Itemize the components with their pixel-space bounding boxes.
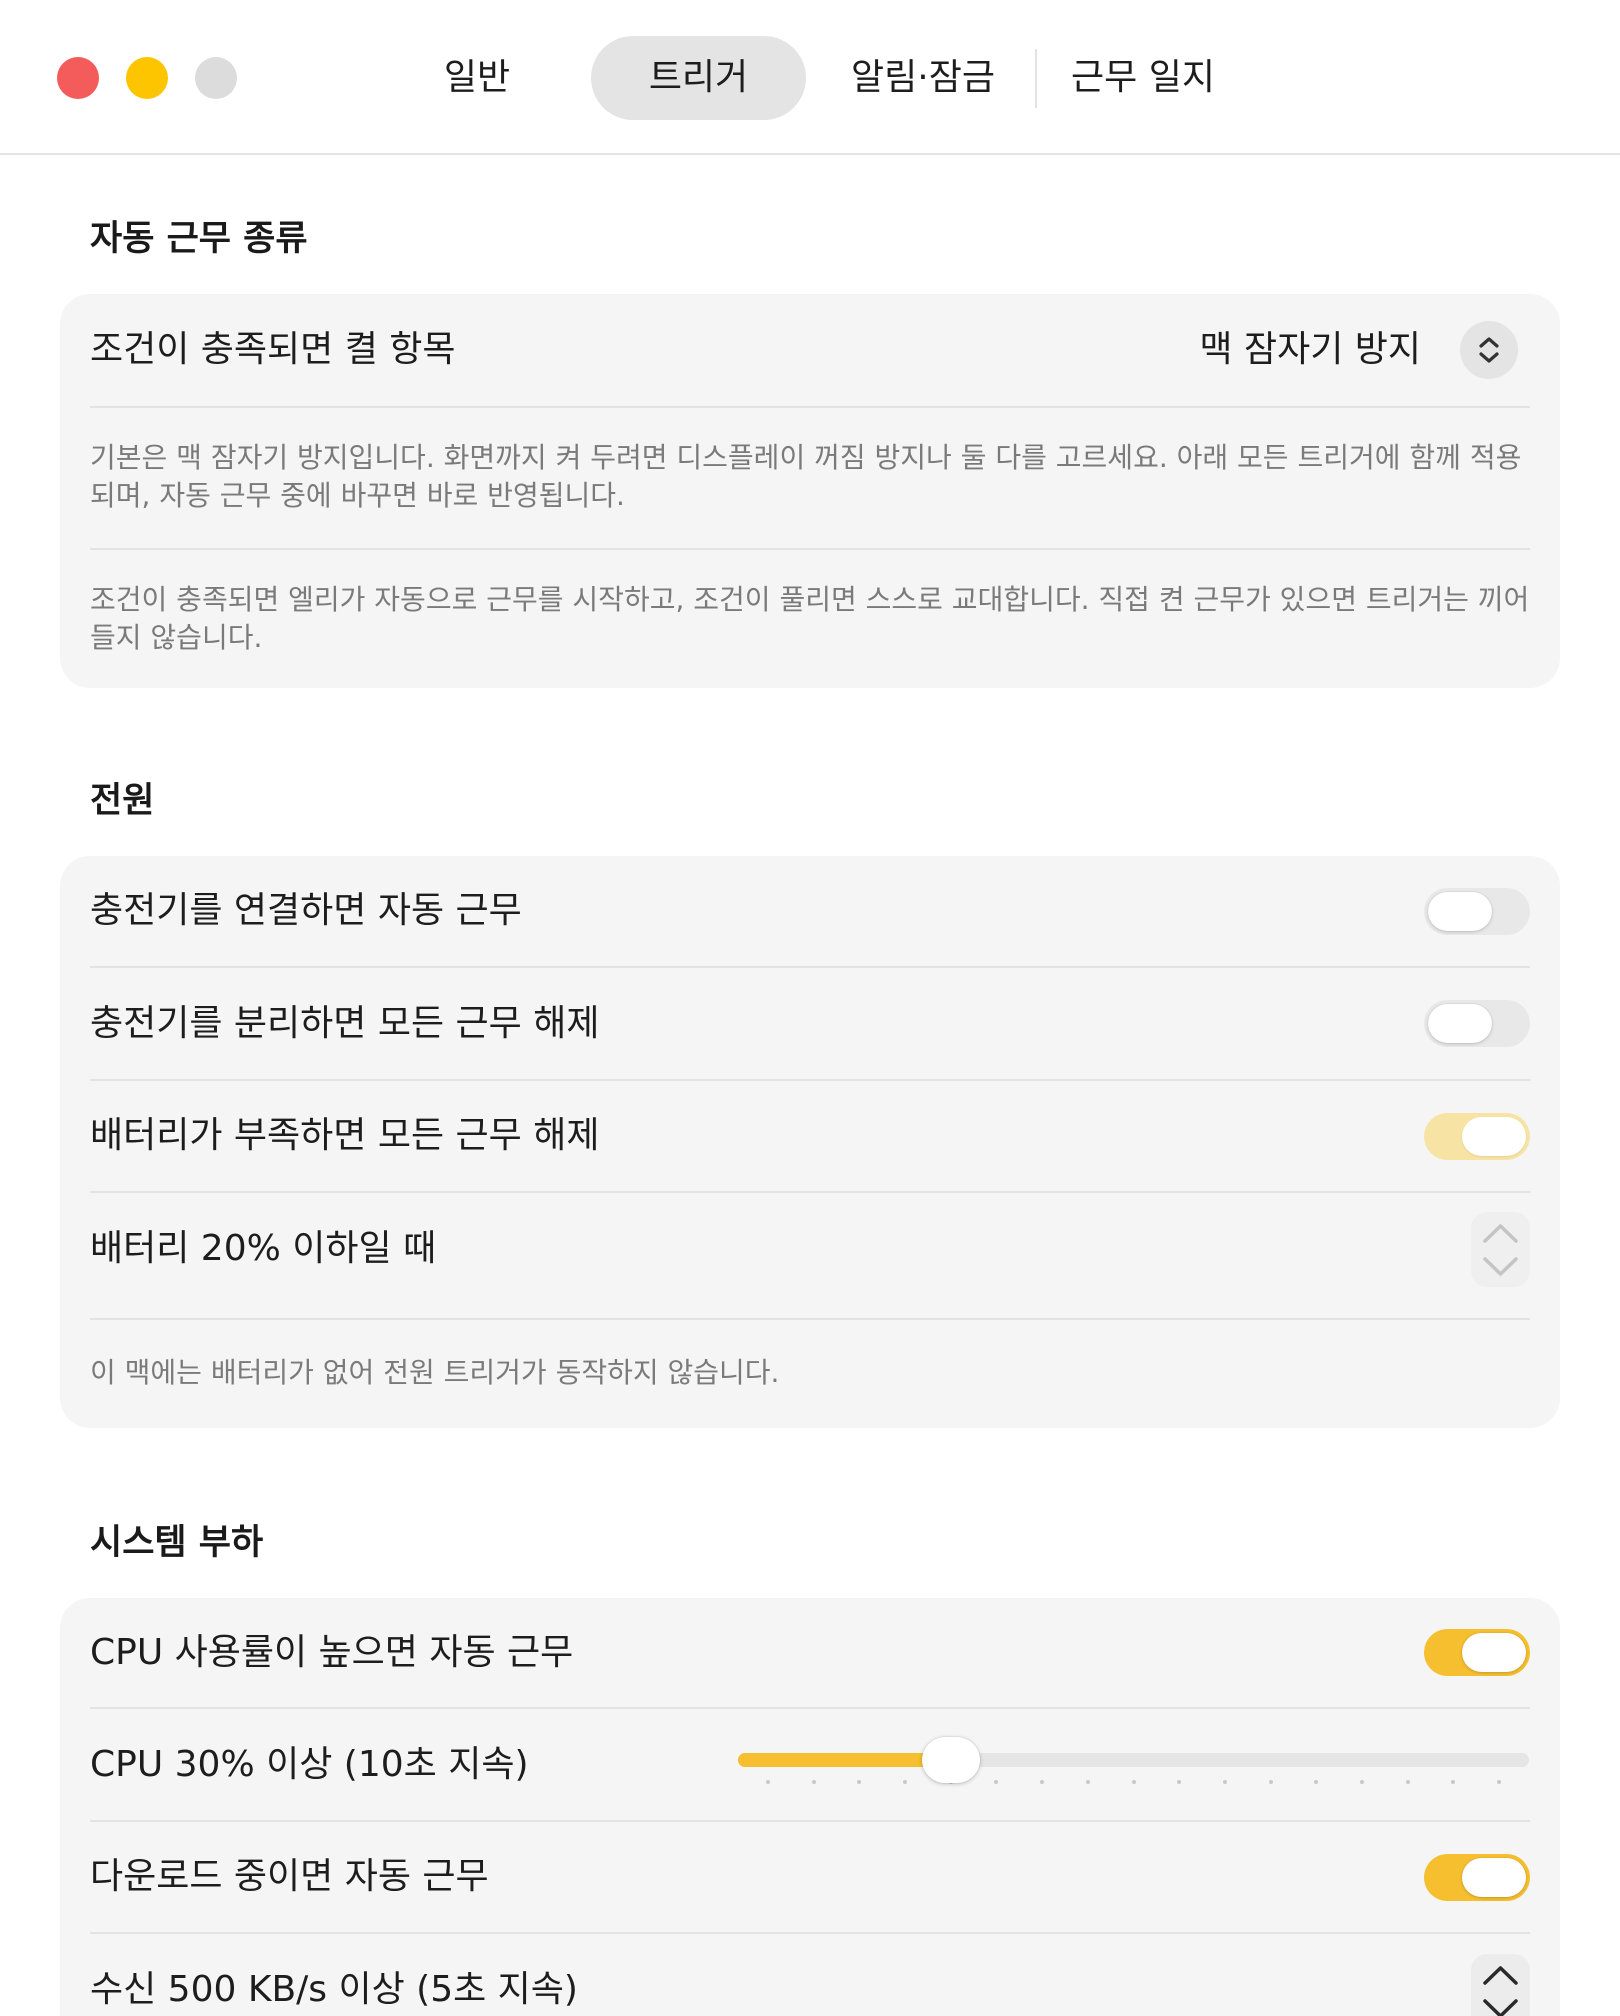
toggle-knob [1428, 1004, 1492, 1043]
battery-threshold-row: 배터리 20% 이하일 때 [90, 1193, 1530, 1318]
cpu-trigger-toggle[interactable] [1424, 1629, 1530, 1676]
connect-charger-label: 충전기를 연결하면 자동 근무 [90, 890, 522, 931]
zoom-button[interactable] [195, 57, 237, 99]
battery-threshold-stepper[interactable] [1471, 1211, 1530, 1287]
close-button[interactable] [57, 57, 99, 99]
auto-shift-type-label: 조건이 충족되면 켤 항목 [90, 329, 456, 370]
section-heading-auto-shift-type: 자동 근무 종류 [90, 219, 308, 259]
download-trigger-row: 다운로드 중이면 자동 근무 [90, 1822, 1530, 1932]
slider-tick [1131, 1780, 1136, 1784]
chevron-down-icon [1479, 352, 1499, 363]
slider-tick [1177, 1780, 1182, 1784]
slider-tick [1314, 1780, 1319, 1784]
stepper-arrows [1483, 1966, 1518, 2016]
help-text: 기본은 맥 잠자기 방지입니다. 화면까지 켜 두려면 디스플레이 꺼짐 방지나… [90, 441, 1522, 512]
slider-fill [738, 1753, 951, 1767]
toggle-knob [1462, 1116, 1526, 1156]
slider-tick [766, 1780, 770, 1784]
slider-ticks [738, 1780, 1529, 1784]
section-heading-system-load: 시스템 부하 [90, 1523, 264, 1563]
explanation-text: 조건이 충족되면 엘리가 자동으로 근무를 시작하고, 조건이 풀리면 스스로 … [90, 583, 1530, 654]
stepper-arrows [1483, 1223, 1518, 1276]
chevron-up-icon[interactable] [1483, 1223, 1518, 1243]
auto-shift-type-row: 조건이 충족되면 켤 항목 맥 잠자기 방지 [90, 294, 1530, 406]
battery-threshold-label: 배터리 20% 이하일 때 [90, 1228, 437, 1269]
auto-shift-type-value: 맥 잠자기 방지 [1199, 329, 1421, 370]
connect-charger-toggle[interactable] [1424, 887, 1530, 935]
toggle-knob [1462, 1857, 1526, 1897]
power-note: 이 맥에는 배터리가 없어 전원 트리거가 동작하지 않습니다. [90, 1356, 780, 1389]
slider-tick [1040, 1780, 1045, 1784]
slider-tick [1451, 1780, 1456, 1784]
toolbar: 일반 트리거 알림·잠금 근무 일지 [0, 0, 1620, 155]
disconnect-charger-label: 충전기를 분리하면 모든 근무 해제 [90, 1002, 600, 1044]
connect-charger-row: 충전기를 연결하면 자동 근무 [90, 856, 1530, 966]
slider-tick [857, 1780, 862, 1784]
low-battery-label: 배터리가 부족하면 모든 근무 해제 [90, 1115, 600, 1156]
slider-tick [903, 1780, 908, 1784]
slider-tick [1497, 1780, 1501, 1784]
system-load-card: CPU 사용률이 높으면 자동 근무 CPU 30% 이상 (10초 지속) 다… [60, 1598, 1560, 2016]
auto-shift-type-card: 조건이 충족되면 켤 항목 맥 잠자기 방지 기본은 맥 잠자기 방지입니다. … [60, 294, 1560, 688]
low-battery-toggle[interactable] [1424, 1112, 1530, 1160]
section-heading-power: 전원 [90, 781, 155, 821]
slider-tick [1268, 1780, 1273, 1784]
slider-tick [1359, 1780, 1364, 1784]
slider-tick [1222, 1780, 1227, 1784]
up-down-chevron-glyph [1479, 337, 1499, 363]
tab-shift-log[interactable]: 근무 일지 [1050, 36, 1236, 120]
chevron-down-icon[interactable] [1483, 1256, 1518, 1276]
chevron-up-icon[interactable] [1483, 1966, 1518, 1985]
toggle-knob [1462, 1633, 1526, 1672]
download-threshold-label: 수신 500 KB/s 이상 (5초 지속) [90, 1969, 578, 2010]
toggle-knob [1428, 891, 1492, 931]
minimize-button[interactable] [126, 57, 168, 99]
slider-thumb[interactable] [921, 1737, 980, 1783]
cpu-threshold-label: CPU 30% 이상 (10초 지속) [90, 1743, 529, 1785]
slider-tick [1085, 1780, 1090, 1784]
cpu-trigger-row: CPU 사용률이 높으면 자동 근무 [90, 1598, 1530, 1707]
chevron-up-icon [1479, 337, 1499, 348]
download-trigger-label: 다운로드 중이면 자동 근무 [90, 1856, 489, 1897]
tab-triggers[interactable]: 트리거 [591, 36, 806, 120]
power-card: 충전기를 연결하면 자동 근무 충전기를 분리하면 모든 근무 해제 배터리가 … [60, 856, 1560, 1428]
up-down-chevron-icon[interactable] [1460, 321, 1518, 379]
tab-notifications-lock[interactable]: 알림·잠금 [830, 36, 1016, 120]
slider-tick [1405, 1780, 1410, 1784]
auto-shift-type-popup[interactable]: 맥 잠자기 방지 [1199, 321, 1518, 379]
slider-tick [994, 1780, 999, 1784]
cpu-trigger-label: CPU 사용률이 높으면 자동 근무 [90, 1631, 574, 1673]
download-trigger-toggle[interactable] [1424, 1853, 1530, 1901]
tab-general[interactable]: 일반 [400, 36, 554, 120]
cpu-threshold-slider[interactable] [738, 1709, 1529, 1820]
download-threshold-row: 수신 500 KB/s 이상 (5초 지속) [90, 1934, 1530, 2016]
tab-divider [1035, 49, 1037, 108]
low-battery-row: 배터리가 부족하면 모든 근무 해제 [90, 1081, 1530, 1191]
disconnect-charger-toggle[interactable] [1424, 1000, 1530, 1047]
cpu-threshold-row: CPU 30% 이상 (10초 지속) [90, 1709, 1530, 1820]
slider-tick [811, 1780, 816, 1784]
chevron-down-icon[interactable] [1483, 1999, 1518, 2016]
download-threshold-stepper[interactable] [1471, 1954, 1530, 2016]
disconnect-charger-row: 충전기를 분리하면 모든 근무 해제 [90, 968, 1530, 1079]
